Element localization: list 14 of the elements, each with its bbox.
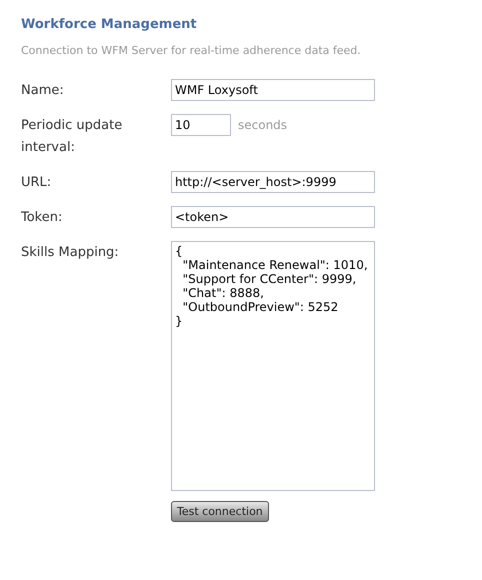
skills-mapping-field[interactable]: { "Maintenance Renewal": 1010, "Support for CCenter": 9999, "Chat": 8888, "OutboundPreview": 5252 } [171,241,375,491]
field-label: Skills Mapping: [21,244,120,262]
field-label: Periodic update interval: [21,117,124,157]
description-text: Connection to WFM Server for real-time adherence data feed. [21,43,362,59]
field-label: URL: [21,174,52,192]
text-field[interactable]: WMF Loxysoft [171,79,375,101]
text-field[interactable]: http://<server_host>:9999 [171,171,375,193]
section-title: Workforce Management [21,16,198,34]
field-label: Token: [21,209,64,227]
field-label: Name: [21,82,65,100]
unit-label: seconds [238,117,288,134]
interval-field[interactable]: 10 [171,114,231,136]
test-connection-button[interactable]: Test connection [171,501,269,522]
text-field[interactable]: <token> [171,206,375,228]
